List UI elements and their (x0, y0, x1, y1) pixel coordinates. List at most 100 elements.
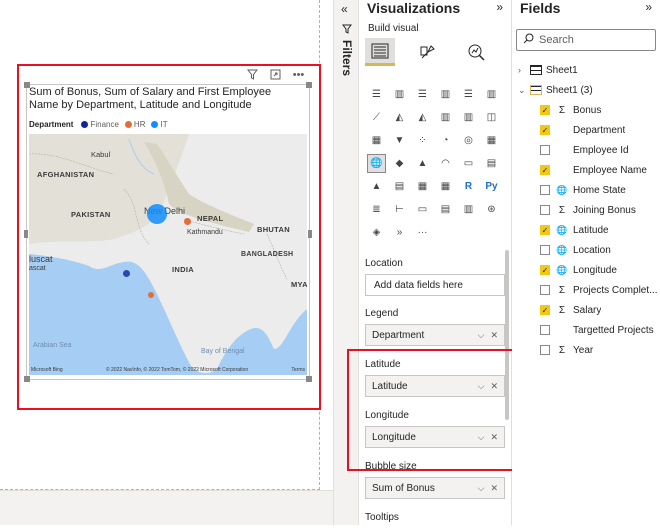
field-checkbox[interactable] (540, 145, 550, 155)
metrics-icon[interactable]: ⊛ (482, 200, 501, 219)
location-well: Location Add data fields here (365, 258, 505, 296)
close-icon[interactable]: ✕ (490, 483, 498, 494)
field-row[interactable]: ✓ Employee Name (518, 160, 658, 180)
stacked-bar-chart-icon[interactable]: ☰ (367, 85, 386, 104)
scatter-chart-icon[interactable]: ⁘ (413, 131, 432, 150)
field-checkbox[interactable]: ✓ (540, 125, 550, 135)
line-column-chart-icon[interactable]: ▥ (436, 108, 455, 127)
field-name: Home State (573, 184, 626, 196)
collapse-fields-icon[interactable]: » (645, 0, 652, 14)
field-checkbox[interactable]: ✓ (540, 225, 550, 235)
build-tabs (365, 38, 491, 66)
field-row[interactable]: ✓ Σ Bonus (518, 100, 658, 120)
fields-title: Fields (520, 0, 561, 16)
card-icon[interactable]: ▭ (459, 154, 478, 173)
field-name: Salary (573, 304, 602, 316)
close-icon[interactable]: ✕ (490, 330, 498, 341)
search-input[interactable] (539, 34, 639, 46)
line-chart-icon[interactable]: ⟋ (367, 108, 386, 127)
chevron-down-icon[interactable]: ⌵ (478, 330, 485, 341)
report-canvas[interactable]: ••• Sum of Bonus, Sum of Salary and Firs… (0, 0, 333, 525)
chevron-down-icon[interactable]: ⌄ (518, 85, 528, 96)
build-visual-tab[interactable] (365, 38, 395, 66)
field-checkbox[interactable]: ✓ (540, 165, 550, 175)
field-row[interactable]: Employee Id (518, 140, 658, 160)
field-row[interactable]: Σ Projects Complet... (518, 280, 658, 300)
smart-narrative-icon[interactable]: ▤ (436, 200, 455, 219)
tooltips-well: Tooltips (365, 512, 505, 528)
chevron-right-icon[interactable]: › (518, 65, 528, 75)
format-visual-tab[interactable] (413, 38, 443, 66)
multi-row-card-icon[interactable]: ▤ (482, 154, 501, 173)
field-checkbox[interactable]: ✓ (540, 305, 550, 315)
field-row[interactable]: 🌐 Location (518, 240, 658, 260)
line-clustered-column-icon[interactable]: ▥ (459, 108, 478, 127)
highlight-box-wells (347, 349, 539, 471)
qa-icon[interactable]: ▭ (413, 200, 432, 219)
slicer-icon[interactable]: ▤ (390, 177, 409, 196)
field-checkbox[interactable] (540, 285, 550, 295)
matrix-icon[interactable]: ▦ (436, 177, 455, 196)
field-checkbox[interactable] (540, 205, 550, 215)
globe-icon: 🌐 (556, 184, 568, 195)
field-row[interactable]: ✓ Department (518, 120, 658, 140)
field-checkbox[interactable] (540, 185, 550, 195)
clustered-bar-chart-icon[interactable]: ☰ (413, 85, 432, 104)
field-row[interactable]: ✓ 🌐 Latitude (518, 220, 658, 240)
python-visual-icon[interactable]: Py (482, 177, 501, 196)
globe-icon: 🌐 (556, 264, 568, 275)
100-column-chart-icon[interactable]: ▥ (482, 85, 501, 104)
fields-tree: › Sheet1 ⌄ Sheet1 (3) ✓ Σ Bonus ✓ Department… (518, 60, 658, 360)
decomposition-tree-icon[interactable]: ⊢ (390, 200, 409, 219)
field-checkbox[interactable]: ✓ (540, 105, 550, 115)
key-influencers-icon[interactable]: ≣ (367, 200, 386, 219)
map-visual-icon[interactable]: 🌐 (367, 154, 386, 173)
power-apps-icon[interactable]: ◈ (367, 223, 386, 242)
stacked-area-chart-icon[interactable]: ◭ (413, 108, 432, 127)
clustered-column-chart-icon[interactable]: ▥ (436, 85, 455, 104)
paginated-report-icon[interactable]: ▥ (459, 200, 478, 219)
field-checkbox[interactable] (540, 245, 550, 255)
field-row[interactable]: Σ Year (518, 340, 658, 360)
area-chart-icon[interactable]: ◭ (390, 108, 409, 127)
collapse-visualizations-icon[interactable]: » (496, 0, 503, 14)
field-row[interactable]: Targetted Projects (518, 320, 658, 340)
ribbon-chart-icon[interactable]: ◫ (482, 108, 501, 127)
globe-icon: 🌐 (556, 244, 568, 255)
expand-filters-icon[interactable]: « (341, 2, 348, 16)
field-row[interactable]: ✓ 🌐 Longitude (518, 260, 658, 280)
bubble-size-field-pill[interactable]: Sum of Bonus ⌵ ✕ (365, 477, 505, 499)
r-visual-icon[interactable]: R (459, 177, 478, 196)
field-checkbox[interactable]: ✓ (540, 265, 550, 275)
table-row-sheet1[interactable]: › Sheet1 (518, 60, 658, 80)
field-name: Latitude (573, 224, 609, 236)
field-name: Department (573, 124, 626, 136)
chevron-down-icon[interactable]: ⌵ (478, 483, 485, 494)
pie-chart-icon[interactable]: ◔ (436, 131, 455, 150)
waterfall-chart-icon[interactable]: ▦ (367, 131, 386, 150)
gauge-icon[interactable]: ◠ (436, 154, 455, 173)
table-icon[interactable]: ▦ (413, 177, 432, 196)
visualizations-pane: Visualizations » Build visual ☰ ▥ ☰ ▥ ☰ … (347, 0, 539, 528)
legend-field-pill[interactable]: Department ⌵ ✕ (365, 324, 505, 346)
treemap-icon[interactable]: ▦ (482, 131, 501, 150)
field-row[interactable]: 🌐 Home State (518, 180, 658, 200)
funnel-chart-icon[interactable]: ▼ (390, 131, 409, 150)
power-automate-icon[interactable]: » (390, 223, 409, 242)
field-row[interactable]: Σ Joining Bonus (518, 200, 658, 220)
filled-map-icon[interactable]: ◆ (390, 154, 409, 173)
field-checkbox[interactable] (540, 345, 550, 355)
donut-chart-icon[interactable]: ◎ (459, 131, 478, 150)
more-visuals-icon[interactable]: ··· (413, 223, 432, 242)
filters-label[interactable]: Filters (340, 40, 354, 76)
location-drop-zone[interactable]: Add data fields here (365, 274, 505, 296)
field-checkbox[interactable] (540, 325, 550, 335)
kpi-icon[interactable]: ▲ (367, 177, 386, 196)
field-row[interactable]: ✓ Σ Salary (518, 300, 658, 320)
azure-map-icon[interactable]: ▲ (413, 154, 432, 173)
100-bar-chart-icon[interactable]: ☰ (459, 85, 478, 104)
analytics-tab[interactable] (461, 38, 491, 66)
fields-search-box[interactable] (516, 29, 656, 51)
table-row-sheet1-3[interactable]: ⌄ Sheet1 (3) (518, 80, 658, 100)
stacked-column-chart-icon[interactable]: ▥ (390, 85, 409, 104)
